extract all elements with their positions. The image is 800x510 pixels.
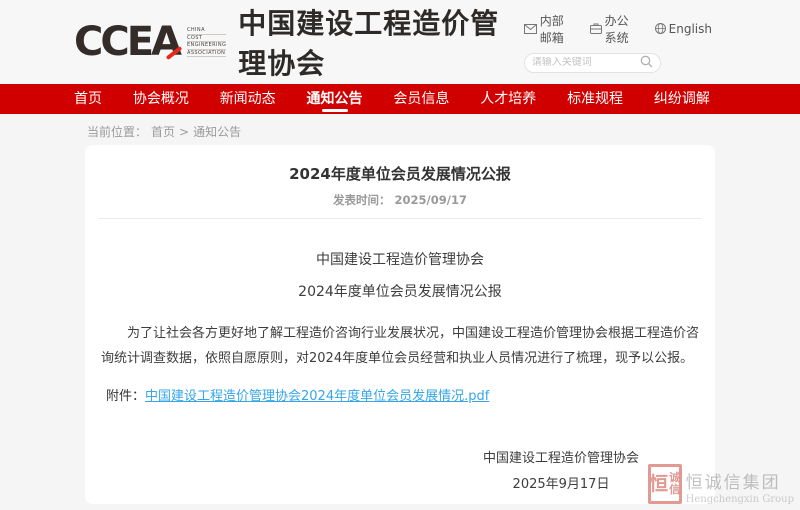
attachment-row: 附件：中国建设工程造价管理协会2024年度单位会员发展情况.pdf <box>99 385 701 404</box>
breadcrumb-current: 通知公告 <box>193 123 241 140</box>
office-system-label: 办公系统 <box>605 12 640 46</box>
english-link-label: English <box>669 22 712 36</box>
search-input[interactable] <box>532 57 640 68</box>
hengchengxin-watermark: 恒 诚 信 恒诚信集团 Hengchengxin Group <box>648 464 794 505</box>
article-title: 2024年度单位会员发展情况公报 <box>99 163 701 184</box>
signature-block: 中国建设工程造价管理协会 2025年9月17日 <box>451 446 671 498</box>
nav-item-standards[interactable]: 标准规程 <box>567 84 623 114</box>
watermark-text: 恒诚信集团 Hengchengxin Group <box>686 464 794 505</box>
seal-char: 信 <box>669 484 680 496</box>
breadcrumb-home-link[interactable]: 首页 <box>151 123 175 140</box>
nav-item-training[interactable]: 人才培养 <box>480 84 536 114</box>
logo-subtitle-line: COST <box>187 35 226 43</box>
logo-subtitle-line: ENGINEERING <box>187 42 226 50</box>
logo-acronym: CCEA <box>74 22 179 62</box>
document-title-heading: 2024年度单位会员发展情况公报 <box>99 281 701 301</box>
watermark-name-en: Hengchengxin Group <box>686 494 794 505</box>
quick-links: 内部邮箱 办公系统 English <box>524 12 712 46</box>
attachment-pdf-link[interactable]: 中国建设工程造价管理协会2024年度单位会员发展情况.pdf <box>145 389 489 404</box>
watermark-name-cn: 恒诚信集团 <box>686 468 794 493</box>
document-org-heading: 中国建设工程造价管理协会 <box>99 249 701 269</box>
seal-char: 恒 <box>649 475 668 494</box>
signature-org: 中国建设工程造价管理协会 <box>451 446 671 472</box>
publish-date: 发表时间： 2025/09/17 <box>99 192 701 208</box>
mail-link[interactable]: 内部邮箱 <box>524 12 575 46</box>
search-box[interactable] <box>524 53 661 73</box>
org-name: 中国建设工程造价管理协会 <box>238 2 524 82</box>
publish-date-value: 2025/09/17 <box>395 193 467 207</box>
main-nav: 首页 协会概况 新闻动态 通知公告 会员信息 人才培养 标准规程 纠纷调解 <box>0 84 800 114</box>
mail-icon <box>524 24 537 34</box>
nav-item-home[interactable]: 首页 <box>74 84 102 114</box>
article-card: 2024年度单位会员发展情况公报 发表时间： 2025/09/17 中国建设工程… <box>85 145 715 504</box>
breadcrumb: 当前位置： 首页 > 通知公告 <box>85 114 715 140</box>
nav-item-mediation[interactable]: 纠纷调解 <box>654 84 710 114</box>
english-link[interactable]: English <box>655 22 712 36</box>
logo-subtitle-line: CHINA <box>187 27 226 35</box>
site-header: CCEA CHINA COST ENGINEERING ASSOCIATION … <box>0 0 800 84</box>
search-icon[interactable] <box>640 53 653 72</box>
header-right: 内部邮箱 办公系统 English <box>524 12 712 73</box>
logo-subtitle: CHINA COST ENGINEERING ASSOCIATION <box>187 27 226 57</box>
logo-subtitle-line: ASSOCIATION <box>187 50 226 58</box>
breadcrumb-separator: > <box>179 125 189 139</box>
attachment-label: 附件： <box>106 389 145 404</box>
office-system-link[interactable]: 办公系统 <box>590 12 640 46</box>
globe-icon <box>655 23 666 34</box>
mail-link-label: 内部邮箱 <box>540 12 575 46</box>
nav-item-members[interactable]: 会员信息 <box>393 84 449 114</box>
nav-item-news[interactable]: 新闻动态 <box>220 84 276 114</box>
site-logo[interactable]: CCEA CHINA COST ENGINEERING ASSOCIATION … <box>74 2 524 82</box>
title-divider <box>99 218 701 219</box>
breadcrumb-prefix: 当前位置： <box>87 123 147 140</box>
document-paragraph: 为了让社会各方更好地了解工程造价咨询行业发展状况，中国建设工程造价管理协会根据工… <box>99 321 701 371</box>
hengchengxin-seal-icon: 恒 诚 信 <box>648 464 682 504</box>
nav-item-about[interactable]: 协会概况 <box>133 84 189 114</box>
nav-item-notices[interactable]: 通知公告 <box>307 84 363 114</box>
briefcase-icon <box>590 23 602 34</box>
publish-date-label: 发表时间： <box>333 193 391 207</box>
signature-date: 2025年9月17日 <box>451 472 671 498</box>
